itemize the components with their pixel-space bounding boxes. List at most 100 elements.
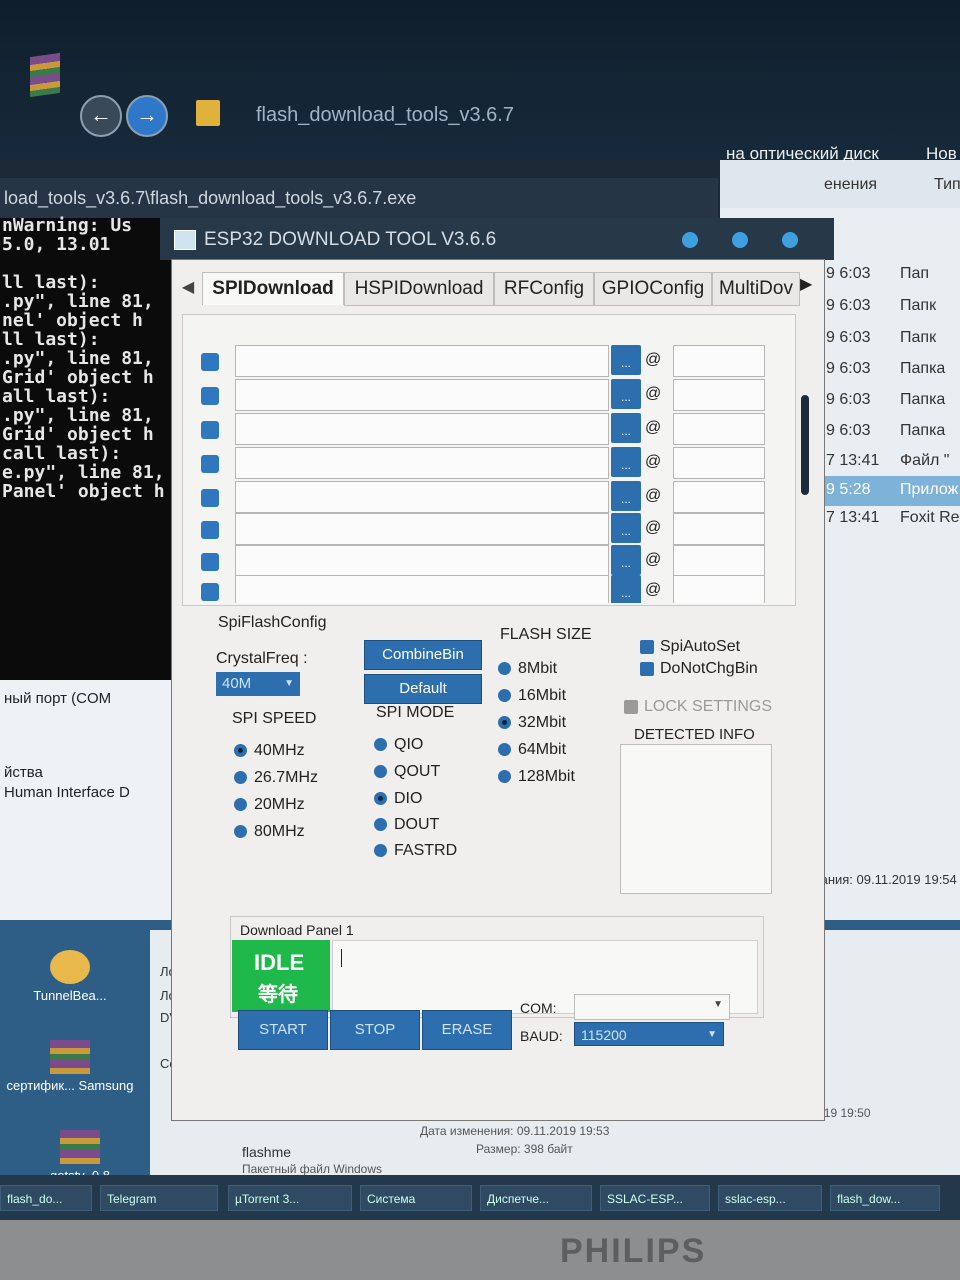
taskbar-item[interactable]: flash_dow... xyxy=(830,1185,940,1211)
file-enable-checkbox[interactable] xyxy=(201,521,219,539)
taskbar-item[interactable]: SSLAC-ESP... xyxy=(600,1185,710,1211)
file-path-input[interactable] xyxy=(235,575,609,603)
address-input[interactable] xyxy=(673,345,765,377)
download-panel-label: Download Panel 1 xyxy=(240,922,354,938)
burn-to-disc-label[interactable]: на оптический диск xyxy=(726,144,879,164)
tool-titlebar[interactable]: ESP32 DOWNLOAD TOOL V3.6.6 xyxy=(160,218,834,260)
detected-info-label: DETECTED INFO xyxy=(634,726,755,743)
folder-icon xyxy=(196,100,220,126)
browse-button[interactable]: ... xyxy=(611,447,641,477)
start-button[interactable]: START xyxy=(238,1010,328,1050)
taskbar-item[interactable]: Telegram xyxy=(100,1185,218,1211)
crystal-freq-select[interactable]: 40M ▼ xyxy=(216,672,300,696)
hid-item[interactable]: Human Interface D xyxy=(4,784,130,801)
file-enable-checkbox[interactable] xyxy=(201,489,219,507)
chevron-down-icon: ▼ xyxy=(284,678,294,689)
default-button[interactable]: Default xyxy=(364,674,482,704)
browse-button[interactable]: ... xyxy=(611,575,641,603)
taskbar-item[interactable]: Диспетче... xyxy=(480,1185,592,1211)
file-size: Размер: 398 байт xyxy=(476,1142,573,1156)
devices-item[interactable]: йства xyxy=(4,764,43,781)
file-row: ... @ xyxy=(183,481,783,513)
tab-scroll-left-icon[interactable]: ◀ xyxy=(178,274,198,302)
explorer-header: на оптический диск Нов енения Тип xyxy=(720,144,960,208)
file-path-input[interactable] xyxy=(235,413,609,445)
taskbar-item[interactable]: sslac-esp... xyxy=(718,1185,822,1211)
address-path[interactable]: flash_download_tools_v3.6.7 xyxy=(256,104,514,127)
tab-hspidownload[interactable]: HSPIDownload xyxy=(344,272,494,306)
tab-spidownload[interactable]: SPIDownload xyxy=(202,272,344,305)
file-path-input[interactable] xyxy=(235,379,609,411)
status-text: IDLE xyxy=(254,950,305,975)
at-label: @ xyxy=(645,487,662,504)
file-path-input[interactable] xyxy=(235,513,609,545)
taskbar-item[interactable]: µTorrent 3... xyxy=(228,1185,352,1211)
window-title: ESP32 DOWNLOAD TOOL V3.6.6 xyxy=(204,229,497,250)
maximize-button[interactable] xyxy=(732,232,748,248)
close-button[interactable] xyxy=(782,232,798,248)
file-enable-checkbox[interactable] xyxy=(201,553,219,571)
file-path-input[interactable] xyxy=(235,345,609,377)
file-path-input[interactable] xyxy=(235,447,609,479)
browse-button[interactable]: ... xyxy=(611,345,641,375)
taskbar-item[interactable]: flash_do... xyxy=(0,1185,92,1211)
stop-button[interactable]: STOP xyxy=(330,1010,420,1050)
at-label: @ xyxy=(645,419,662,436)
taskbar-item[interactable]: Система xyxy=(360,1185,472,1211)
browse-button[interactable]: ... xyxy=(611,379,641,409)
flash-size-label: FLASH SIZE xyxy=(500,626,592,643)
browse-button[interactable]: ... xyxy=(611,413,641,443)
explorer-toolbar: ← → flash_download_tools_v3.6.7 xyxy=(0,0,960,160)
forward-button[interactable]: → xyxy=(126,95,168,137)
file-enable-checkbox[interactable] xyxy=(201,387,219,405)
browse-button[interactable]: ... xyxy=(611,545,641,575)
console-title: load_tools_v3.6.7\flash_download_tools_v… xyxy=(0,178,718,218)
esp32-download-tool: ◀ SPIDownload HSPIDownload RFConfig GPIO… xyxy=(172,260,824,1120)
file-row: ... @ xyxy=(183,575,783,603)
column-modified[interactable]: енения xyxy=(824,176,877,194)
file-enable-checkbox[interactable] xyxy=(201,455,219,473)
address-input[interactable] xyxy=(673,545,765,577)
file-enable-checkbox[interactable] xyxy=(201,421,219,439)
back-button[interactable]: ← xyxy=(80,95,122,137)
combine-bin-button[interactable]: CombineBin xyxy=(364,640,482,670)
monitor-bezel xyxy=(0,1220,960,1280)
tab-rfconfig[interactable]: RFConfig xyxy=(494,272,594,306)
status-text-cn: 等待 xyxy=(258,984,298,1006)
at-label: @ xyxy=(645,453,662,470)
archive-icon xyxy=(50,1040,90,1074)
column-type[interactable]: Тип xyxy=(934,176,960,194)
app-icon xyxy=(174,230,196,250)
file-path-input[interactable] xyxy=(235,545,609,577)
new-folder-label[interactable]: Нов xyxy=(926,144,957,164)
detected-info-box xyxy=(620,744,772,894)
file-enable-checkbox[interactable] xyxy=(201,353,219,371)
spi-speed-label: SPI SPEED xyxy=(232,710,317,727)
address-input[interactable] xyxy=(673,513,765,545)
browse-button[interactable]: ... xyxy=(611,513,641,543)
address-input[interactable] xyxy=(673,447,765,479)
file-path-input[interactable] xyxy=(235,481,609,513)
erase-button[interactable]: ERASE xyxy=(422,1010,512,1050)
desktop-icon-certificate[interactable]: сертифик... Samsung xyxy=(0,1040,140,1093)
desktop-icon-tunnelbear[interactable]: TunnelBea... xyxy=(0,950,140,1003)
text-cursor xyxy=(341,949,342,967)
scrollbar-thumb[interactable] xyxy=(801,395,809,495)
file-row: ... @ xyxy=(183,413,783,445)
file-list-panel: ... @ ... @ ... @ ... @ ... @ ... @ ... … xyxy=(182,314,809,606)
address-input[interactable] xyxy=(673,413,765,445)
tab-scroll-right-icon[interactable]: ▶ xyxy=(800,274,812,294)
com-port-item[interactable]: ный порт (COM xyxy=(4,690,111,707)
spi-flash-config-label: SpiFlashConfig xyxy=(218,614,327,631)
tab-gpioconfig[interactable]: GPIOConfig xyxy=(594,272,712,306)
address-input[interactable] xyxy=(673,379,765,411)
tab-multidownload[interactable]: MultiDov xyxy=(712,272,800,306)
file-modified: Дата изменения: 09.11.2019 19:53 xyxy=(420,1124,610,1138)
com-port-select[interactable]: ▼ xyxy=(574,994,730,1020)
baud-rate-select[interactable]: 115200 ▼ xyxy=(574,1022,724,1046)
minimize-button[interactable] xyxy=(682,232,698,248)
browse-button[interactable]: ... xyxy=(611,481,641,511)
address-input[interactable] xyxy=(673,481,765,513)
address-input[interactable] xyxy=(673,575,765,603)
file-enable-checkbox[interactable] xyxy=(201,583,219,601)
